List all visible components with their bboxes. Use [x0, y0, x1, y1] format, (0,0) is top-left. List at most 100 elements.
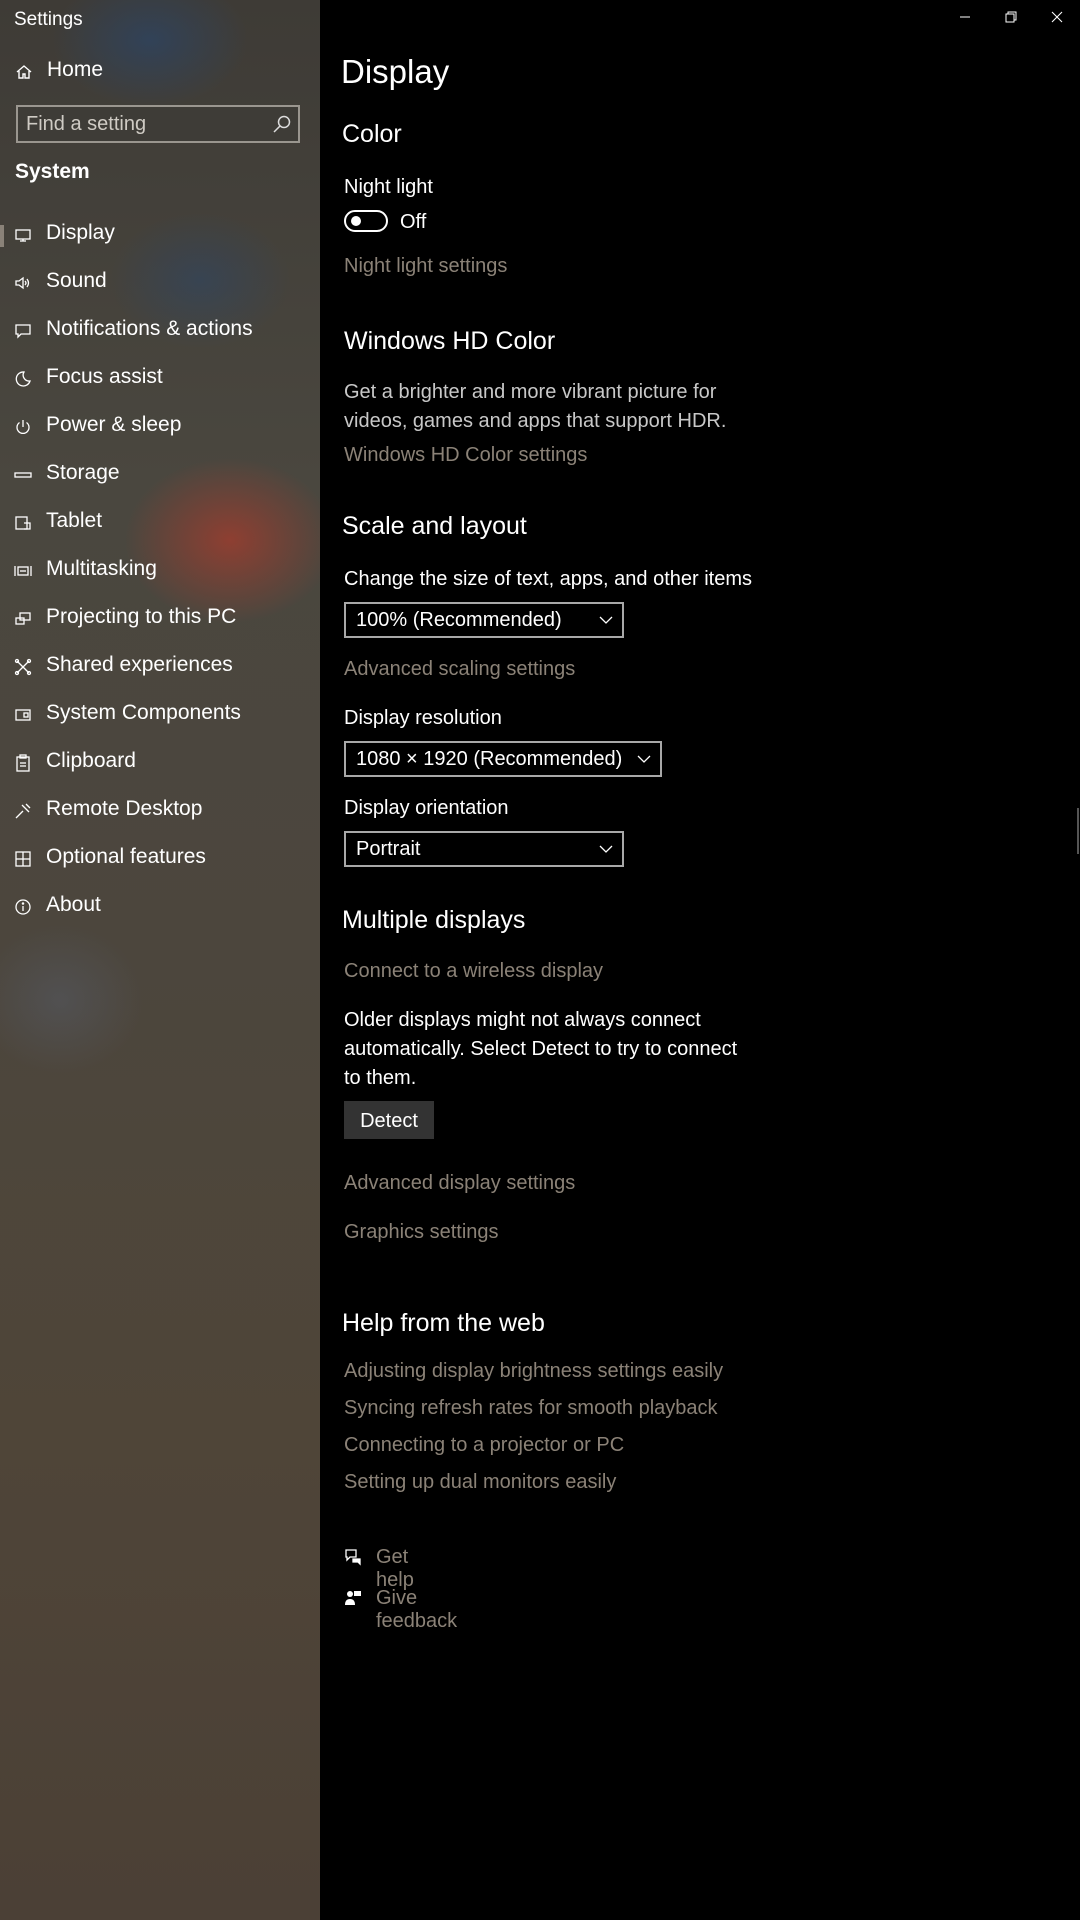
help-link[interactable]: Connecting to a projector or PC: [344, 1434, 624, 1457]
hdr-description: Get a brighter and more vibrant picture …: [344, 378, 726, 436]
hdr-heading: Windows HD Color: [344, 327, 556, 355]
search-input[interactable]: [26, 107, 266, 141]
color-heading: Color: [342, 120, 402, 148]
give-feedback-label: Give feedback: [376, 1587, 458, 1632]
detect-description: Older displays might not always connect …: [344, 1006, 737, 1093]
sidebar-item-about[interactable]: About: [0, 883, 320, 931]
power-icon: [16, 420, 30, 434]
help-heading: Help from the web: [342, 1309, 545, 1337]
sidebar-item-notifications[interactable]: Notifications & actions: [0, 307, 320, 355]
clipboard-icon: [16, 754, 30, 772]
chevron-down-icon: [599, 845, 613, 853]
advanced-scaling-link[interactable]: Advanced scaling settings: [344, 658, 575, 681]
hdr-description-line: videos, games and apps that support HDR.: [344, 410, 727, 432]
advanced-display-settings-link[interactable]: Advanced display settings: [344, 1172, 575, 1195]
hdr-description-line: Get a brighter and more vibrant picture …: [344, 381, 717, 403]
help-link[interactable]: Adjusting display brightness settings ea…: [344, 1360, 723, 1383]
sidebar-item-label: Power & sleep: [46, 413, 182, 436]
feedback-icon: [345, 1591, 361, 1605]
sidebar-item-label: Remote Desktop: [46, 797, 203, 820]
night-light-settings-link[interactable]: Night light settings: [344, 255, 507, 278]
sidebar-item-power-sleep[interactable]: Power & sleep: [0, 403, 320, 451]
scale-dropdown[interactable]: 100% (Recommended): [344, 602, 624, 638]
search-box[interactable]: [16, 105, 300, 143]
components-icon: [15, 709, 31, 721]
storage-icon: [14, 472, 32, 478]
remote-desktop-icon: [15, 803, 31, 819]
orientation-dropdown[interactable]: Portrait: [344, 831, 624, 867]
sidebar-item-tablet[interactable]: Tablet: [0, 499, 320, 547]
help-link[interactable]: Syncing refresh rates for smooth playbac…: [344, 1397, 718, 1420]
sidebar-item-label: System Components: [46, 701, 241, 724]
detect-description-line: automatically. Select Detect to try to c…: [344, 1038, 738, 1060]
sidebar-item-storage[interactable]: Storage: [0, 451, 320, 499]
info-icon: [15, 899, 31, 915]
chevron-down-icon: [599, 616, 613, 624]
optional-features-icon: [15, 851, 31, 867]
sidebar-item-optional-features[interactable]: Optional features: [0, 835, 320, 883]
detect-button[interactable]: Detect: [344, 1101, 434, 1139]
chevron-down-icon: [637, 755, 651, 763]
projecting-icon: [15, 612, 31, 625]
sidebar-item-label: Clipboard: [46, 749, 136, 772]
home-nav-item[interactable]: Home: [0, 52, 320, 88]
search-icon[interactable]: [272, 114, 292, 134]
moon-icon: [15, 371, 31, 387]
app-title: Settings: [14, 9, 83, 30]
night-light-label: Night light: [344, 176, 433, 198]
sidebar-item-label: Tablet: [46, 509, 103, 532]
get-help-label: Get help: [376, 1546, 414, 1591]
section-label-system: System: [15, 160, 90, 183]
sidebar-item-label: About: [46, 893, 101, 916]
shared-experiences-icon: [14, 658, 32, 676]
sidebar-item-shared-experiences[interactable]: Shared experiences: [0, 643, 320, 691]
sidebar-item-label: Projecting to this PC: [46, 605, 237, 628]
resolution-dropdown[interactable]: 1080 × 1920 (Recommended): [344, 741, 662, 777]
scale-heading: Scale and layout: [342, 512, 527, 540]
size-label: Change the size of text, apps, and other…: [344, 568, 753, 590]
tablet-icon: [15, 516, 31, 530]
toggle-knob: [351, 216, 361, 226]
sidebar-item-label: Notifications & actions: [46, 317, 253, 340]
detect-description-line: Older displays might not always connect: [344, 1009, 701, 1031]
sidebar-item-focus-assist[interactable]: Focus assist: [0, 355, 320, 403]
sidebar-item-label: Storage: [46, 461, 120, 484]
chat-help-icon: [345, 1549, 361, 1566]
sidebar-item-remote-desktop[interactable]: Remote Desktop: [0, 787, 320, 835]
night-light-state: Off: [400, 211, 427, 233]
sidebar-item-label: Shared experiences: [46, 653, 233, 676]
monitor-icon: [15, 229, 31, 242]
speaker-icon: [15, 276, 30, 290]
sidebar-item-label: Optional features: [46, 845, 206, 868]
detect-button-label: Detect: [360, 1110, 418, 1132]
scale-value: 100% (Recommended): [356, 609, 562, 631]
help-link[interactable]: Setting up dual monitors easily: [344, 1471, 616, 1494]
hdr-settings-link[interactable]: Windows HD Color settings: [344, 444, 587, 467]
wireless-display-link[interactable]: Connect to a wireless display: [344, 960, 603, 983]
sidebar: Settings Home System Display Sound Notif…: [0, 0, 320, 1920]
sidebar-item-label: Multitasking: [46, 557, 157, 580]
page-title: Display: [341, 53, 450, 90]
orientation-label: Display orientation: [344, 797, 509, 819]
home-label: Home: [47, 58, 104, 81]
multitasking-icon: [14, 566, 32, 576]
multiple-displays-heading: Multiple displays: [342, 906, 526, 934]
sidebar-item-multitasking[interactable]: Multitasking: [0, 547, 320, 595]
night-light-toggle[interactable]: [344, 210, 388, 232]
sidebar-item-label: Focus assist: [46, 365, 163, 388]
resolution-label: Display resolution: [344, 707, 502, 729]
sidebar-item-projecting[interactable]: Projecting to this PC: [0, 595, 320, 643]
home-icon: [16, 65, 32, 79]
sidebar-item-system-components[interactable]: System Components: [0, 691, 320, 739]
sidebar-item-label: Display: [46, 221, 115, 244]
sidebar-item-sound[interactable]: Sound: [0, 259, 320, 307]
graphics-settings-link[interactable]: Graphics settings: [344, 1221, 499, 1244]
resolution-value: 1080 × 1920 (Recommended): [356, 748, 623, 770]
detect-description-line: to them.: [344, 1067, 417, 1089]
notification-icon: [15, 324, 31, 339]
main-content: Display Color Night light Off Night ligh…: [320, 0, 1080, 1920]
orientation-value: Portrait: [356, 838, 421, 860]
sidebar-item-display[interactable]: Display: [0, 211, 320, 259]
sidebar-item-clipboard[interactable]: Clipboard: [0, 739, 320, 787]
scrollbar-indicator[interactable]: [1077, 808, 1079, 854]
